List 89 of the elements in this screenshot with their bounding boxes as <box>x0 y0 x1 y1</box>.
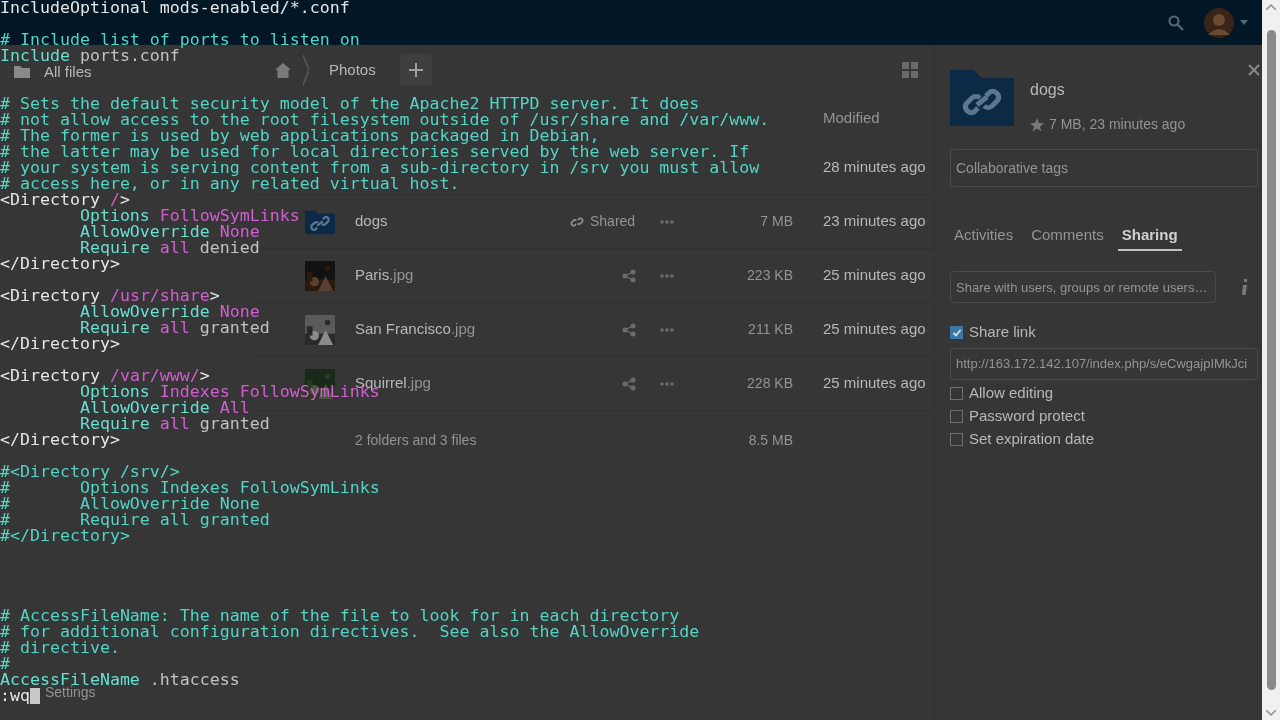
column-header[interactable]: Modified <box>823 106 880 130</box>
file-name[interactable]: San Francisco.jpg <box>355 318 476 341</box>
tab[interactable]: Comments <box>1027 221 1108 251</box>
code-line: # for additional configuration directives. See also the AllowOverride <box>0 624 700 640</box>
checkbox[interactable]: Share link <box>950 321 1258 344</box>
code-line: Options FollowSymLinks <box>79 208 300 224</box>
modified-time: 28 minutes ago <box>823 157 926 178</box>
home-icon[interactable] <box>275 62 291 78</box>
code-line: <Directory /> <box>0 192 130 208</box>
checkmark-icon <box>951 327 962 338</box>
add-button[interactable] <box>399 54 432 86</box>
modified-time: 25 minutes ago <box>823 373 926 394</box>
share-icon[interactable] <box>622 322 636 337</box>
code-line: # AllowOverride None <box>0 496 260 512</box>
link-url-field[interactable]: http://163.172.142.107/index.php/s/eCwgajpIMkJci <box>950 348 1258 380</box>
share-input[interactable]: Share with users, groups or remote users… <box>950 271 1216 303</box>
plus-icon <box>408 63 423 77</box>
avatar[interactable] <box>1204 7 1234 38</box>
code-line: Require all granted <box>78 416 270 432</box>
share-icon[interactable] <box>622 268 636 283</box>
code-line: # Require all granted <box>0 512 270 528</box>
link-icon <box>570 214 584 229</box>
scroll-up-icon[interactable] <box>1266 4 1276 10</box>
code-line: # the latter may be used for local directories served by the web server. If <box>0 144 750 160</box>
code-line: </Directory> <box>0 336 120 352</box>
checkbox[interactable]: Set expiration date <box>950 428 1258 451</box>
code-line: Require all denied <box>78 240 260 256</box>
total-size: 8.5 MB <box>748 430 793 450</box>
modified-time: 23 minutes ago <box>823 211 926 232</box>
checkbox[interactable]: Password protect <box>950 405 1258 428</box>
more-options-icon[interactable] <box>660 219 674 224</box>
command-line[interactable]: :wq <box>0 688 30 704</box>
code-line: # Include list of ports to listen on <box>0 32 360 48</box>
code-line: # access here, or in any related virtual host. <box>0 176 460 192</box>
more-options-icon[interactable] <box>660 273 674 278</box>
code-line: # your system is serving content from a sub-directory in /srv you must allow <box>0 160 760 176</box>
file-meta: 7 MB, 23 minutes ago <box>1049 115 1186 134</box>
grid-view-icon[interactable] <box>902 62 918 78</box>
code-line: AllowOverride None <box>79 304 260 320</box>
code-line: #</Directory> <box>0 528 130 544</box>
folder-icon <box>14 64 30 80</box>
info-icon[interactable] <box>1240 279 1250 295</box>
tab[interactable]: Activities <box>950 221 1018 251</box>
file-size: 223 KB <box>747 266 793 285</box>
code-line: # not allow access to the root filesystem outside of /usr/share and /var/www. <box>0 112 770 128</box>
code-line: </Directory> <box>0 256 120 272</box>
file-name[interactable]: dogs <box>355 210 388 233</box>
shared-button[interactable]: Shared <box>570 211 636 232</box>
more-options-icon[interactable] <box>660 327 674 332</box>
code-line: AllowOverride All <box>78 400 250 416</box>
scroll-down-icon[interactable] <box>1266 710 1276 716</box>
code-line: # Options Indexes FollowSymLinks <box>0 480 380 496</box>
share-icon[interactable] <box>622 376 636 391</box>
close-icon[interactable] <box>1246 62 1262 78</box>
code-line: <Directory /var/www/> <box>0 368 210 384</box>
scrollbar[interactable] <box>1262 0 1280 720</box>
file-count-summary: 2 folders and 3 files <box>355 430 478 450</box>
search-icon[interactable] <box>1168 14 1184 31</box>
code-line: # AccessFileName: The name of the file to look for in each directory <box>0 608 680 624</box>
code-line: # directive. <box>0 640 120 656</box>
code-line: </Directory> <box>0 432 120 448</box>
caret-icon[interactable] <box>1240 20 1248 25</box>
star-icon[interactable] <box>1030 117 1044 132</box>
file-name: dogs <box>1030 80 1066 100</box>
code-line: AccessFileName .htaccess <box>0 672 240 688</box>
file-name[interactable]: Paris.jpg <box>355 264 414 287</box>
code-line: # Sets the default security model of the Apache2 HTTPD server. It does <box>0 96 700 112</box>
code-line: # The former is used by web applications packaged in Debian, <box>0 128 600 144</box>
file-size: 211 KB <box>748 320 793 339</box>
checkbox[interactable]: Allow editing <box>950 382 1258 405</box>
code-line: <Directory /usr/share> <box>0 288 220 304</box>
code-line: Require all granted <box>78 320 270 336</box>
tags-field[interactable]: Collaborative tags <box>950 149 1258 187</box>
modified-time: 25 minutes ago <box>823 319 926 340</box>
code-line: # <box>0 656 10 672</box>
code-line: AllowOverride None <box>78 224 260 240</box>
text-cursor <box>30 688 40 704</box>
code-line: #<Directory /srv/> <box>0 464 180 480</box>
code-line: IncludeOptional mods-enabled/*.conf <box>0 0 350 16</box>
shared-folder-icon <box>950 70 1014 126</box>
scrollbar-thumb[interactable] <box>1266 30 1276 690</box>
file-size: 7 MB <box>760 212 793 231</box>
tab[interactable]: Sharing <box>1117 221 1182 251</box>
modified-time: 25 minutes ago <box>823 265 926 286</box>
file-size: 228 KB <box>747 374 793 393</box>
breadcrumb-separator-icon <box>303 55 309 85</box>
breadcrumb-link[interactable]: Photos <box>329 58 376 82</box>
more-options-icon[interactable] <box>660 381 674 386</box>
code-line: Include ports.conf <box>0 48 180 64</box>
